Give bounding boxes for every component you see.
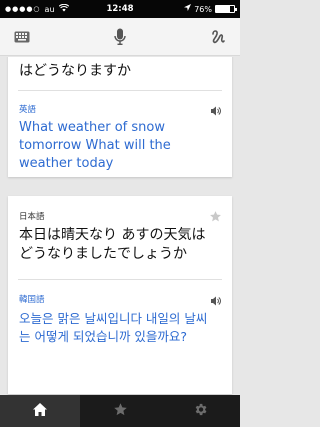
status-bar: ●●●●○ au 12:48 76%: [0, 0, 240, 18]
input-toolbar: [0, 18, 240, 56]
signal-strength: ●●●●○: [5, 5, 41, 13]
target-language-label: 韓国語: [19, 295, 45, 305]
source-text: 本日は晴天なり あすの天気はどうなりましたでしょうか: [19, 227, 206, 262]
handwriting-icon[interactable]: [207, 26, 229, 48]
speaker-icon[interactable]: [210, 292, 222, 306]
card-divider: [18, 90, 222, 91]
translation-card[interactable]: 日本語 本日は晴天なり あすの天気はどうなりましたでしょうか 韓国語 오늘은 맑…: [8, 196, 232, 394]
battery-fill: [216, 6, 230, 12]
keyboard-icon[interactable]: [11, 26, 33, 48]
battery-icon: [215, 5, 237, 13]
target-text: What weather of snow tomorrow What will …: [19, 120, 171, 171]
source-language-label: 日本語: [19, 212, 45, 222]
card-divider: [18, 279, 222, 280]
star-icon: [113, 402, 128, 421]
carrier-name: au: [44, 4, 55, 14]
source-text: はどうなりますか: [19, 63, 131, 79]
speaker-icon[interactable]: [210, 102, 222, 116]
star-icon[interactable]: [209, 208, 222, 222]
location-icon: [184, 4, 192, 14]
home-icon: [32, 402, 48, 421]
microphone-icon[interactable]: [109, 26, 131, 48]
target-text: 오늘은 맑은 날씨입니다 내일의 날씨는 어떻게 되었습니까 있을까요?: [19, 311, 208, 344]
translation-list[interactable]: はどうなりますか 英語 What weather of snow tomorro…: [0, 57, 240, 395]
target-language-label: 英語: [19, 105, 37, 115]
translation-card[interactable]: はどうなりますか 英語 What weather of snow tomorro…: [8, 57, 232, 177]
wifi-icon: [58, 3, 69, 14]
gear-icon: [193, 402, 208, 421]
bottom-tab-bar: [0, 395, 240, 427]
tab-favorites[interactable]: [80, 395, 160, 427]
tab-settings[interactable]: [160, 395, 240, 427]
tab-home[interactable]: [0, 395, 80, 427]
battery-percent: 76%: [194, 4, 212, 14]
